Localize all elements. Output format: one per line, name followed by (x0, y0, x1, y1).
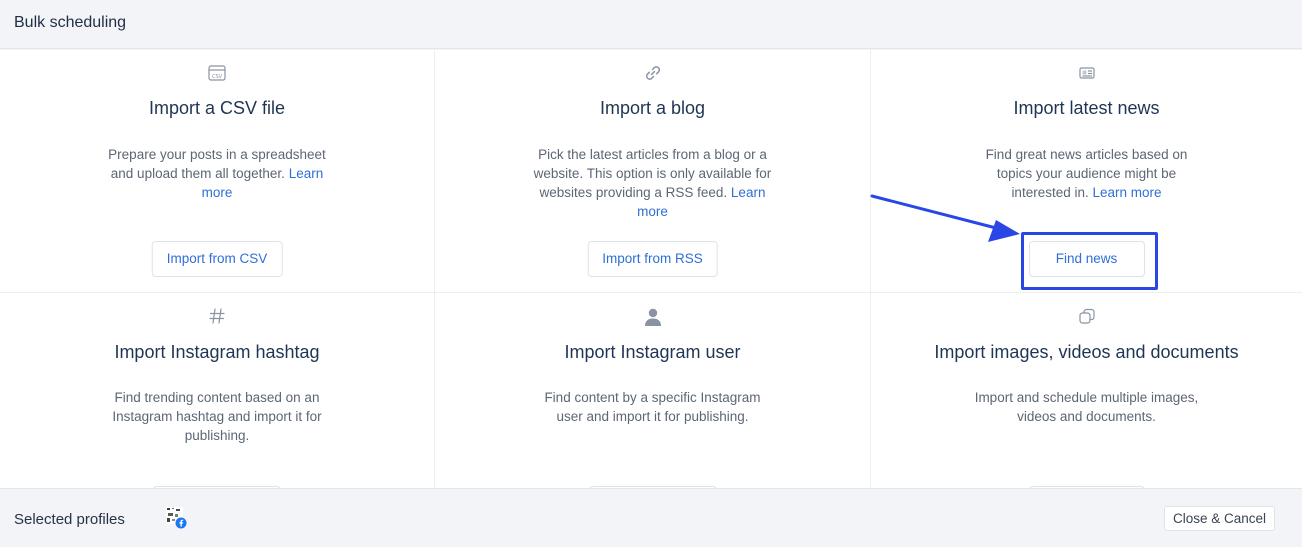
copy-icon (871, 307, 1302, 325)
card-title: Import a blog (599, 98, 706, 118)
import-from-rss-button[interactable]: Import from RSS (587, 241, 718, 277)
card-title: Import images, videos and documents (934, 342, 1239, 362)
card-description: Find trending content based on an Instag… (112, 390, 322, 443)
card-title: Import Instagram hashtag (114, 342, 320, 362)
learn-more-link[interactable]: Learn more (1093, 185, 1162, 200)
close-cancel-button[interactable]: Close & Cancel (1164, 506, 1276, 531)
card-import-blog: Import a blog Pick the latest articles f… (434, 50, 870, 293)
card-import-news: Import latest news Find great news artic… (870, 50, 1302, 293)
annotation-arrow (870, 194, 1020, 242)
card-title: Import Instagram user (564, 342, 741, 362)
import-options-grid: CSV Import a CSV file Prepare your posts… (0, 50, 1302, 488)
card-import-instagram-user: Import Instagram user Find content by a … (434, 293, 870, 488)
card-description: Import and schedule multiple images, vid… (974, 390, 1199, 424)
modal-title: Bulk scheduling (14, 14, 127, 31)
card-import-instagram-hashtag: Import Instagram hashtag Find trending c… (0, 293, 434, 488)
card-import-csv: CSV Import a CSV file Prepare your posts… (0, 50, 434, 293)
card-title: Import latest news (1013, 98, 1160, 118)
card-title: Import a CSV file (148, 98, 286, 118)
card-description: Prepare your posts in a spreadsheet and … (108, 147, 326, 200)
card-description: Pick the latest articles from a blog or … (533, 147, 772, 219)
card-description: Find content by a specific Instagram use… (544, 390, 761, 424)
link-icon (435, 64, 870, 82)
selected-profiles-label: Selected profiles (14, 511, 125, 528)
modal-header: Bulk scheduling (0, 0, 1302, 49)
import-from-csv-button[interactable]: Import from CSV (151, 241, 283, 277)
modal-footer: Selected profiles Close & Cancel (0, 488, 1302, 547)
facebook-profile-avatar[interactable] (164, 506, 188, 530)
card-import-media: Import images, videos and documents Impo… (870, 293, 1302, 488)
csv-file-icon: CSV (0, 64, 434, 82)
hashtag-icon (0, 307, 434, 325)
newspaper-icon (871, 64, 1302, 82)
svg-text:CSV: CSV (212, 74, 223, 80)
find-news-button[interactable]: Find news (1028, 241, 1145, 277)
user-icon (435, 307, 870, 326)
